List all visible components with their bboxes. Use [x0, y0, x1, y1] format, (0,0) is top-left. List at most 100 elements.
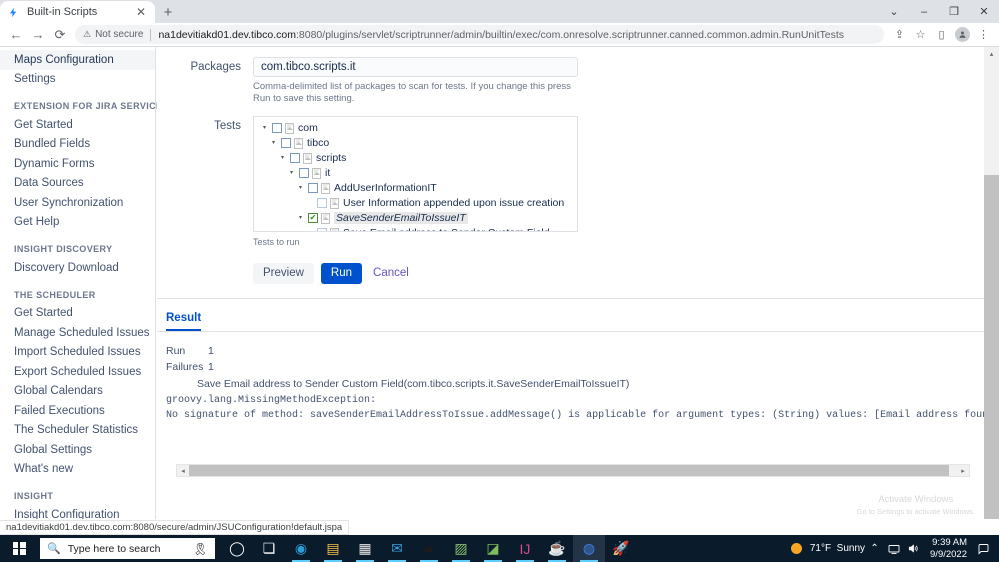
tab-result[interactable]: Result — [166, 312, 201, 331]
maximize-icon[interactable]: ❐ — [939, 0, 969, 23]
result-horizontal-scrollbar[interactable]: ◂ ▸ — [176, 464, 970, 477]
rocket-icon[interactable]: 🚀 — [605, 535, 637, 562]
sidebar-section-header: EXTENSION FOR JIRA SERVICE DESK — [0, 89, 155, 115]
taskbar-clock[interactable]: 9:39 AM 9/9/2022 — [930, 537, 967, 561]
tree-node[interactable]: ▾Save Email address to Sender Custom Fie… — [258, 226, 577, 232]
tree-node[interactable]: ▾SaveSenderEmailToIssueIT — [258, 211, 577, 226]
back-icon[interactable]: ← — [5, 24, 27, 46]
sidebar-item-the-scheduler-statistics[interactable]: The Scheduler Statistics — [0, 421, 155, 441]
sidebar-item-global-settings[interactable]: Global Settings — [0, 440, 155, 460]
tray-chevron-icon[interactable]: ⌃ — [865, 543, 884, 554]
sidebar-item-dynamic-forms[interactable]: Dynamic Forms — [0, 154, 155, 174]
tree-expand-icon[interactable]: ▾ — [269, 139, 278, 148]
document-icon — [321, 183, 330, 194]
tree-expand-icon[interactable]: ▾ — [296, 214, 305, 223]
scroll-left-arrow-icon[interactable]: ◂ — [177, 465, 189, 476]
cancel-link[interactable]: Cancel — [373, 267, 409, 279]
tree-checkbox[interactable] — [308, 183, 318, 193]
start-button[interactable] — [0, 535, 38, 562]
tree-checkbox[interactable] — [317, 198, 327, 208]
microsoft-store-icon[interactable]: ▦ — [349, 535, 381, 562]
sidebar-item-data-sources[interactable]: Data Sources — [0, 174, 155, 194]
tree-expand-icon[interactable]: ▾ — [287, 169, 296, 178]
speech-bubble-icon[interactable] — [973, 543, 993, 555]
volume-icon[interactable] — [903, 543, 922, 554]
page-vertical-scrollbar[interactable]: ▴ — [984, 47, 999, 519]
browser-tab[interactable]: Built-in Scripts ✕ — [0, 1, 155, 23]
run-button[interactable]: Run — [321, 263, 362, 284]
sidebar-item-what-s-new[interactable]: What's new — [0, 460, 155, 480]
magnifier-icon: 🔍 — [47, 542, 61, 555]
sidebar-item-get-started[interactable]: Get Started — [0, 304, 155, 324]
side-panel-icon[interactable]: ▯ — [931, 24, 952, 45]
scroll-right-arrow-icon[interactable]: ▸ — [957, 465, 969, 476]
chrome-icon[interactable]: ◍ — [573, 535, 605, 562]
close-icon[interactable]: ✕ — [134, 5, 148, 19]
preview-button[interactable]: Preview — [253, 263, 314, 284]
tree-node-label: scripts — [316, 152, 346, 164]
tree-node[interactable]: ▾tibco — [258, 136, 577, 151]
taskbar-search[interactable]: 🔍 Type here to search 🎗 — [40, 538, 215, 559]
tree-checkbox[interactable] — [308, 213, 318, 223]
task-view-icon[interactable]: ❏ — [253, 535, 285, 562]
sidebar-item-settings[interactable]: Settings — [0, 70, 155, 90]
sidebar-item-get-help[interactable]: Get Help — [0, 213, 155, 233]
scroll-up-arrow-icon[interactable]: ▴ — [984, 47, 999, 60]
paint-icon[interactable]: ◪ — [477, 535, 509, 562]
weather-widget[interactable]: 71°F Sunny — [791, 543, 865, 554]
tree-checkbox[interactable] — [290, 153, 300, 163]
file-explorer-icon[interactable]: ▤ — [317, 535, 349, 562]
security-status[interactable]: ⚠ Not secure — [83, 29, 143, 40]
bookmark-star-icon[interactable]: ☆ — [910, 24, 931, 45]
hscroll-thumb[interactable] — [189, 465, 949, 476]
terminal-icon[interactable]: ▰ — [413, 535, 445, 562]
sidebar-item-global-calendars[interactable]: Global Calendars — [0, 382, 155, 402]
tree-node[interactable]: ▾AddUserInformationIT — [258, 181, 577, 196]
sidebar-item-insight-configuration[interactable]: Insight Configuration — [0, 505, 155, 519]
java-icon[interactable]: ☕ — [541, 535, 573, 562]
minimize-group-icon[interactable]: ⌄ — [879, 0, 909, 23]
bolt-icon — [7, 6, 20, 19]
sidebar-item-manage-scheduled-issues[interactable]: Manage Scheduled Issues — [0, 323, 155, 343]
sidebar-item-get-started[interactable]: Get Started — [0, 115, 155, 135]
cortana-icon[interactable]: ◯ — [221, 535, 253, 562]
window-close-icon[interactable]: ✕ — [969, 0, 999, 23]
tree-node[interactable]: ▾it — [258, 166, 577, 181]
edge-icon[interactable]: ◉ — [285, 535, 317, 562]
tree-expand-icon[interactable]: ▾ — [296, 184, 305, 193]
sidebar-item-export-scheduled-issues[interactable]: Export Scheduled Issues — [0, 362, 155, 382]
photos-icon[interactable]: ▨ — [445, 535, 477, 562]
tree-checkbox[interactable] — [317, 228, 327, 232]
mail-icon[interactable]: ✉ — [381, 535, 413, 562]
vscroll-thumb[interactable] — [984, 175, 999, 519]
tree-node[interactable]: ▾ scripts — [258, 151, 577, 166]
tests-tree[interactable]: ▾com▾tibco▾scripts▾it▾AddUserInformation… — [253, 116, 578, 232]
share-icon[interactable]: ⇪ — [889, 24, 910, 45]
reload-icon[interactable]: ⟳ — [49, 24, 71, 46]
activate-windows-watermark: Activate Windows Go to Settings to activ… — [857, 494, 975, 516]
section-divider — [157, 298, 984, 299]
forward-icon[interactable]: → — [27, 24, 49, 46]
sidebar-item-bundled-fields[interactable]: Bundled Fields — [0, 135, 155, 155]
profile-avatar[interactable] — [952, 24, 973, 45]
tree-node[interactable]: ▾com — [258, 121, 577, 136]
packages-input[interactable] — [253, 57, 578, 77]
address-bar[interactable]: ⚠ Not secure na1devitiakd01.dev.tibco.co… — [75, 25, 884, 44]
intellij-icon[interactable]: IJ — [509, 535, 541, 562]
sidebar-item-user-synchronization[interactable]: User Synchronization — [0, 193, 155, 213]
tree-expand-icon[interactable]: ▾ — [278, 154, 287, 163]
hscroll-track[interactable] — [189, 465, 957, 476]
tree-checkbox[interactable] — [299, 168, 309, 178]
tree-expand-icon[interactable]: ▾ — [260, 124, 269, 133]
minimize-icon[interactable]: – — [909, 0, 939, 23]
sidebar-item-discovery-download[interactable]: Discovery Download — [0, 258, 155, 278]
sidebar-item-failed-executions[interactable]: Failed Executions — [0, 401, 155, 421]
tree-node[interactable]: ▾User Information appended upon issue cr… — [258, 196, 577, 211]
network-icon[interactable] — [884, 544, 903, 554]
new-tab-button[interactable]: + — [155, 1, 181, 23]
sidebar-item-maps-configuration[interactable]: Maps Configuration — [0, 50, 155, 70]
sidebar-item-import-scheduled-issues[interactable]: Import Scheduled Issues — [0, 343, 155, 363]
tree-checkbox[interactable] — [281, 138, 291, 148]
tree-checkbox[interactable] — [272, 123, 282, 133]
chrome-menu-icon[interactable]: ⋮ — [973, 24, 994, 45]
